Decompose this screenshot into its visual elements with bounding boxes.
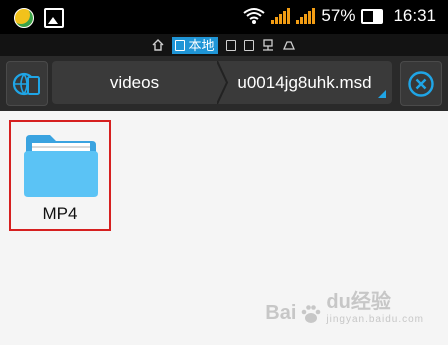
breadcrumb-item-current[interactable]: u0014jg8uhk.msd: [217, 61, 392, 104]
system-icons: 57% 16:31: [243, 6, 436, 26]
folder-icon: [24, 135, 98, 197]
breadcrumb-label: u0014jg8uhk.msd: [237, 72, 372, 92]
clock: 16:31: [393, 6, 436, 25]
notification-icons: [14, 8, 64, 28]
breadcrumb-label: videos: [109, 72, 160, 92]
close-button[interactable]: [400, 61, 442, 106]
watermark: Bai du经验 jingyan.baidu.com: [265, 285, 424, 325]
battery-percent: 57%: [321, 6, 356, 25]
cloud-icon[interactable]: [282, 39, 296, 51]
tab-device-2[interactable]: [225, 39, 236, 51]
file-name: MP4: [42, 204, 78, 223]
signal-strength-icon-1: [271, 8, 291, 24]
location-tabs: 本地: [0, 34, 448, 56]
watermark-text: Bai: [265, 302, 297, 324]
toolbar: videos u0014jg8uhk.msd: [0, 56, 448, 111]
image-notification-icon: [44, 8, 64, 28]
paw-icon: [302, 305, 321, 323]
home-icon[interactable]: [152, 39, 164, 51]
breadcrumb: videos u0014jg8uhk.msd: [52, 61, 392, 104]
network-icon[interactable]: [262, 39, 274, 51]
close-circle-icon: [408, 70, 434, 97]
device-icon: [175, 39, 186, 51]
watermark-subtext: jingyan.baidu.com: [326, 314, 424, 325]
dropdown-triangle-icon: [378, 90, 386, 98]
battery-icon: [361, 8, 384, 24]
breadcrumb-item-videos[interactable]: videos: [52, 61, 217, 104]
switch-view-button[interactable]: [6, 61, 48, 106]
tab-local-label: 本地: [188, 37, 215, 53]
file-list: MP4 Bai du经验 jingyan.baidu.com: [0, 111, 448, 345]
status-bar: 57% 16:31: [0, 0, 448, 34]
file-item-mp4[interactable]: MP4: [9, 120, 111, 231]
tab-device-3[interactable]: [243, 39, 254, 51]
wifi-icon: [243, 8, 266, 24]
globe-phone-icon: [12, 72, 40, 95]
signal-strength-icon-2: [296, 8, 316, 24]
tab-local[interactable]: 本地: [172, 36, 218, 54]
app-notification-icon: [14, 8, 34, 28]
watermark-text-2: du经验 jingyan.baidu.com: [326, 291, 424, 325]
